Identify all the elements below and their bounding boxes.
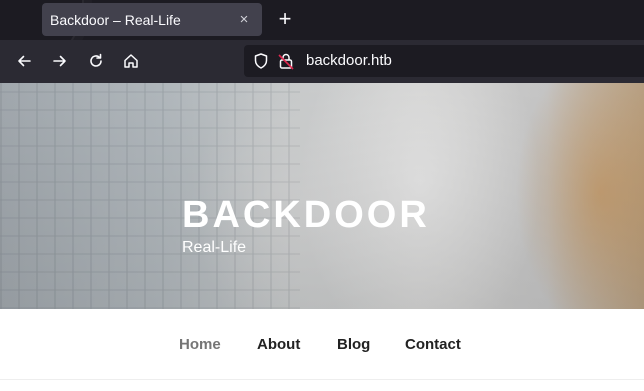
menu-item-home[interactable]: Home: [179, 336, 221, 353]
back-button[interactable]: [13, 50, 35, 72]
tab-title: Backdoor – Real-Life: [50, 11, 181, 28]
address-bar[interactable]: backdoor.htb: [244, 45, 644, 77]
arrow-right-icon: [53, 55, 66, 67]
insecure-lock-icon[interactable]: [278, 52, 294, 75]
menu-item-blog[interactable]: Blog: [337, 336, 370, 353]
shield-icon[interactable]: [252, 52, 270, 75]
tab-strip: Backdoor – Real-Life × +: [0, 0, 644, 40]
reload-icon: [90, 53, 102, 67]
site-title[interactable]: BACKDOOR: [182, 194, 430, 237]
arrow-left-icon: [18, 55, 31, 67]
site-tagline: Real-Life: [182, 239, 247, 256]
new-tab-button[interactable]: +: [274, 8, 296, 30]
close-icon[interactable]: ×: [236, 11, 252, 28]
home-icon: [124, 54, 138, 68]
forward-button[interactable]: [49, 50, 71, 72]
browser-tab[interactable]: Backdoor – Real-Life ×: [42, 3, 262, 36]
navigation-toolbar: backdoor.htb: [0, 40, 644, 83]
header-image: BACKDOOR Real-Life: [0, 83, 644, 309]
reload-button[interactable]: [85, 50, 107, 72]
menu-item-contact[interactable]: Contact: [405, 336, 461, 353]
home-button[interactable]: [120, 50, 142, 72]
primary-menu: Home About Blog Contact: [0, 309, 644, 380]
url-text[interactable]: backdoor.htb: [306, 52, 392, 69]
menu-item-about[interactable]: About: [257, 336, 300, 353]
